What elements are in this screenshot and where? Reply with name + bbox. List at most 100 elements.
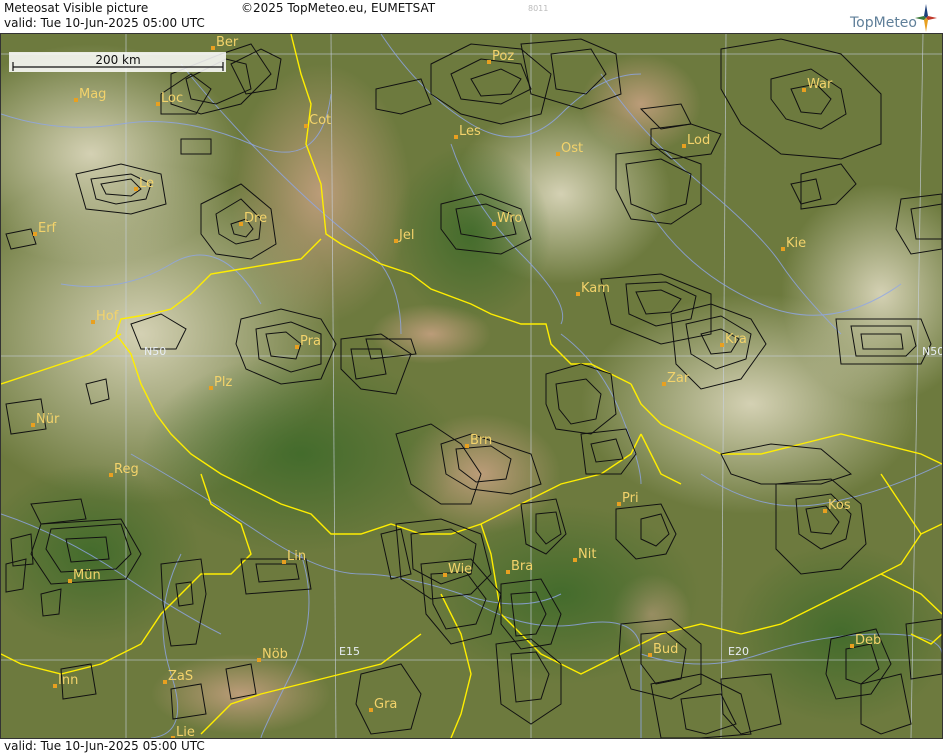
city-marker-gra[interactable]: Gra: [369, 697, 397, 712]
city-label: Reg: [114, 462, 139, 477]
city-label: Kam: [581, 281, 610, 296]
city-marker-hof[interactable]: Hof: [91, 309, 119, 324]
scale-label: 200 km: [95, 53, 140, 67]
city-dot: [295, 345, 299, 349]
city-label: War: [807, 77, 833, 92]
city-label: Cot: [309, 113, 331, 128]
city-dot: [492, 222, 496, 226]
scale-bar: 200 km: [9, 52, 226, 72]
city-label: Plz: [214, 375, 232, 390]
city-marker-bra[interactable]: Bra: [506, 559, 533, 574]
city-dot: [369, 708, 373, 712]
city-dot: [163, 680, 167, 684]
valid-time-footer: valid: Tue 10-Jun-2025 05:00 UTC: [4, 739, 205, 753]
city-marker-bud[interactable]: Bud: [648, 642, 678, 657]
city-dot: [781, 247, 785, 251]
city-label: Pri: [622, 491, 639, 506]
city-label: Bud: [653, 642, 678, 657]
city-marker-brn[interactable]: Brn: [465, 433, 492, 448]
city-dot: [211, 46, 215, 50]
city-label: Mag: [79, 87, 106, 102]
city-marker-cot[interactable]: Cot: [304, 113, 331, 128]
city-dot: [257, 658, 261, 662]
city-dot: [682, 144, 686, 148]
city-label: Lod: [687, 133, 710, 148]
city-marker-deb[interactable]: Deb: [850, 633, 881, 648]
city-label: Inn: [58, 673, 78, 688]
city-marker-kra[interactable]: Kra: [720, 332, 747, 347]
city-label: Ber: [216, 35, 239, 50]
city-marker-kos[interactable]: Kos: [823, 498, 851, 513]
city-label: Lin: [287, 549, 306, 564]
city-marker-wro[interactable]: Wro: [492, 211, 522, 226]
city-label: ZaS: [168, 669, 193, 684]
city-dot: [33, 232, 37, 236]
city-dot: [465, 444, 469, 448]
city-marker-wie[interactable]: Wie: [443, 562, 472, 577]
city-marker-nöb[interactable]: Nöb: [257, 647, 288, 662]
header: Meteosat Visible picture ©2025 TopMeteo.…: [0, 0, 943, 33]
city-dot: [617, 502, 621, 506]
city-dot: [823, 509, 827, 513]
city-dot: [556, 152, 560, 156]
city-marker-les[interactable]: Les: [454, 124, 481, 139]
city-label: Nöb: [262, 647, 288, 662]
city-dot: [394, 239, 398, 243]
city-dot: [53, 684, 57, 688]
city-label: Jel: [398, 228, 414, 243]
city-dot: [720, 343, 724, 347]
city-dot: [304, 124, 308, 128]
city-dot: [573, 558, 577, 562]
city-label: Le: [139, 176, 154, 191]
city-marker-lod[interactable]: Lod: [682, 133, 710, 148]
city-dot: [443, 573, 447, 577]
city-label: Wie: [448, 562, 472, 577]
city-marker-mag[interactable]: Mag: [74, 87, 106, 102]
city-label: Zar: [667, 371, 690, 386]
city-marker-loc[interactable]: Loc: [156, 91, 183, 106]
city-dot: [31, 423, 35, 427]
city-dot: [109, 473, 113, 477]
city-label: Erf: [38, 221, 57, 236]
city-dot: [662, 382, 666, 386]
lon-label: E15: [339, 645, 360, 658]
city-marker-nür[interactable]: Nür: [31, 412, 60, 427]
city-dot: [648, 653, 652, 657]
topmeteo-logo[interactable]: TopMeteo: [839, 2, 939, 32]
satellite-map[interactable]: 200 km N50 N50 E15 E20 Ber Poz War Mag Loc Co…: [0, 33, 943, 739]
city-marker-poz[interactable]: Poz: [487, 49, 514, 64]
city-marker-mün[interactable]: Mün: [68, 568, 101, 583]
city-marker-ber[interactable]: Ber: [211, 35, 239, 50]
city-dot: [74, 98, 78, 102]
city-dot: [156, 102, 160, 106]
city-dot: [171, 736, 175, 738]
city-label: Kie: [786, 236, 806, 251]
city-label: Wro: [497, 211, 522, 226]
city-marker-dre[interactable]: Dre: [239, 211, 267, 226]
city-marker-reg[interactable]: Reg: [109, 462, 139, 477]
logo-text: TopMeteo: [850, 15, 917, 31]
city-dot: [239, 222, 243, 226]
city-dot: [68, 579, 72, 583]
lat-label: N50: [922, 345, 942, 358]
city-dot: [454, 135, 458, 139]
lon-label: E20: [728, 645, 749, 658]
city-marker-ost[interactable]: Ost: [556, 141, 583, 156]
city-label: Dre: [244, 211, 267, 226]
city-label: Pra: [300, 334, 321, 349]
city-label: Kos: [828, 498, 851, 513]
city-dot: [802, 88, 806, 92]
city-marker-zas[interactable]: ZaS: [163, 669, 193, 684]
city-label: Deb: [855, 633, 881, 648]
city-dot: [576, 292, 580, 296]
city-marker-kam[interactable]: Kam: [576, 281, 610, 296]
city-marker-zar[interactable]: Zar: [662, 371, 690, 386]
city-label: Gra: [374, 697, 397, 712]
city-label: Mün: [73, 568, 101, 583]
city-dot: [506, 570, 510, 574]
valid-time-header: valid: Tue 10-Jun-2025 05:00 UTC: [4, 16, 205, 30]
city-label: Poz: [492, 49, 514, 64]
city-label: Brn: [470, 433, 492, 448]
city-marker-war[interactable]: War: [802, 77, 833, 92]
lat-label: N50: [144, 345, 166, 358]
